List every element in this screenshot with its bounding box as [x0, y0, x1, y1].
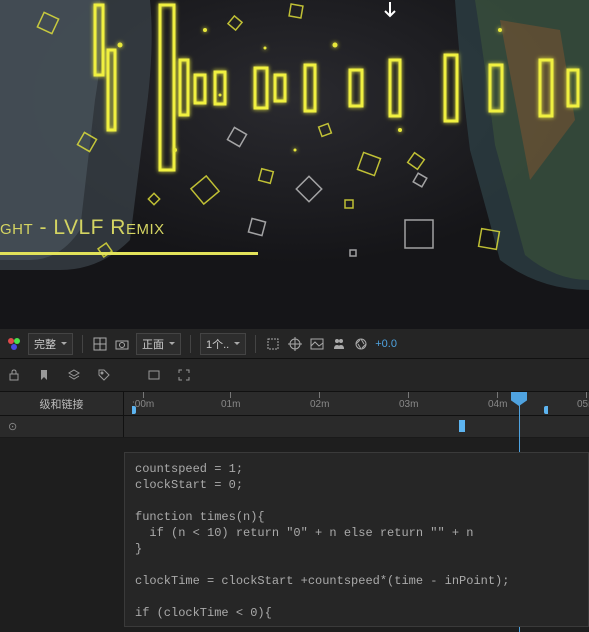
expression-editor[interactable]: countspeed = 1; clockStart = 0; function…: [124, 452, 589, 627]
ruler-mark[interactable]: 02m: [310, 392, 329, 415]
people-icon[interactable]: [331, 336, 347, 352]
tag-icon[interactable]: [94, 365, 114, 385]
view-label: 正面: [142, 336, 164, 352]
aperture-icon[interactable]: [353, 336, 369, 352]
ruler-mark[interactable]: 01m: [221, 392, 240, 415]
exposure-value[interactable]: +0.0: [375, 338, 397, 350]
count-dropdown[interactable]: 1个..: [200, 333, 246, 355]
layers-icon[interactable]: [64, 365, 84, 385]
reference-icon[interactable]: [287, 336, 303, 352]
expand-icon[interactable]: [174, 365, 194, 385]
timeline-toolbar: [0, 359, 589, 392]
track-controls[interactable]: ⊙: [0, 416, 124, 437]
view-dropdown[interactable]: 正面: [136, 333, 181, 355]
lock-icon[interactable]: [4, 365, 24, 385]
bookmark-icon[interactable]: [34, 365, 54, 385]
timeline-header: 级和链接 :00m01m02m03m04m05m: [0, 392, 589, 416]
grid-icon[interactable]: [92, 336, 108, 352]
mask-icon[interactable]: [265, 336, 281, 352]
column-header: 级和链接: [0, 392, 124, 415]
count-label: 1个..: [206, 336, 229, 352]
image-icon[interactable]: [309, 336, 325, 352]
in-point-marker[interactable]: [459, 420, 465, 432]
camera-icon[interactable]: [114, 336, 130, 352]
ruler-mark[interactable]: 03m: [399, 392, 418, 415]
ruler-mark[interactable]: 05m: [577, 392, 589, 415]
composition-preview[interactable]: ght - LVLF Remix: [0, 0, 589, 329]
resolution-dropdown[interactable]: 完整: [28, 333, 73, 355]
swatch-icon[interactable]: [6, 336, 22, 352]
time-ruler[interactable]: :00m01m02m03m04m05m: [124, 392, 589, 415]
resolution-label: 完整: [34, 336, 56, 352]
track-lane[interactable]: [124, 416, 589, 437]
work-area-end[interactable]: [544, 406, 548, 414]
title-underline: [0, 252, 258, 255]
ruler-mark[interactable]: 04m: [488, 392, 507, 415]
track-row[interactable]: ⊙: [0, 416, 589, 438]
composition-title: ght - LVLF Remix: [0, 216, 165, 240]
preview-toolbar: 完整 正面 1个.. +0.0: [0, 329, 589, 359]
work-area-start[interactable]: [132, 406, 136, 414]
expression-text[interactable]: countspeed = 1; clockStart = 0; function…: [125, 453, 588, 627]
rect-tool-icon[interactable]: [144, 365, 164, 385]
preview-visual: [0, 0, 589, 329]
